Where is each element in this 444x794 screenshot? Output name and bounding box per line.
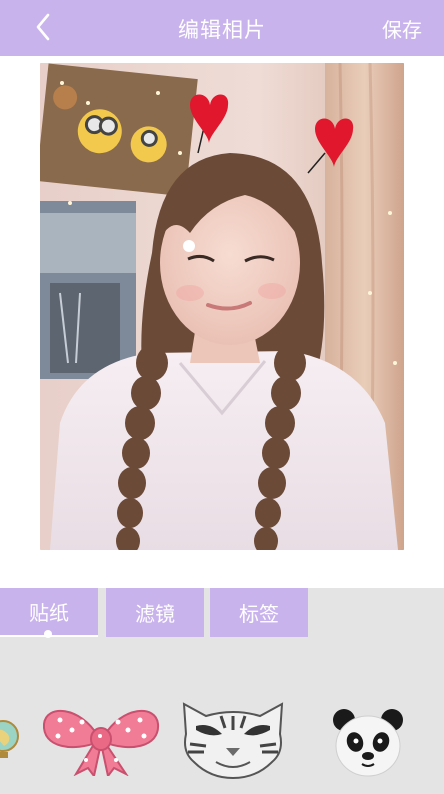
edited-photo[interactable] xyxy=(40,63,404,550)
page-title: 编辑相片 xyxy=(178,18,266,42)
panda-icon xyxy=(333,709,403,777)
top-bar: 编辑相片 保存 xyxy=(0,0,444,56)
tab-stickers-label: 贴纸 xyxy=(29,601,69,625)
bow-icon xyxy=(42,709,160,779)
panda-sticker[interactable] xyxy=(330,706,406,782)
tab-labels-label: 标签 xyxy=(239,602,279,626)
tab-labels[interactable]: 标签 xyxy=(210,588,308,637)
globe-icon xyxy=(0,720,19,758)
tab-filters[interactable]: 滤镜 xyxy=(106,588,204,637)
active-tab-indicator xyxy=(44,630,52,638)
tiger-mask-sticker[interactable] xyxy=(176,700,290,780)
globe-sticker[interactable] xyxy=(0,716,20,766)
tab-filters-label: 滤镜 xyxy=(135,602,175,626)
save-button[interactable]: 保存 xyxy=(382,14,422,43)
sticker-tray[interactable] xyxy=(0,638,444,794)
pink-bow-sticker[interactable] xyxy=(40,702,162,779)
tiger-mask-icon xyxy=(182,702,284,780)
sticker-tab-bar: 贴纸 滤镜 标签 xyxy=(0,588,444,638)
tab-stickers[interactable]: 贴纸 xyxy=(0,588,98,638)
